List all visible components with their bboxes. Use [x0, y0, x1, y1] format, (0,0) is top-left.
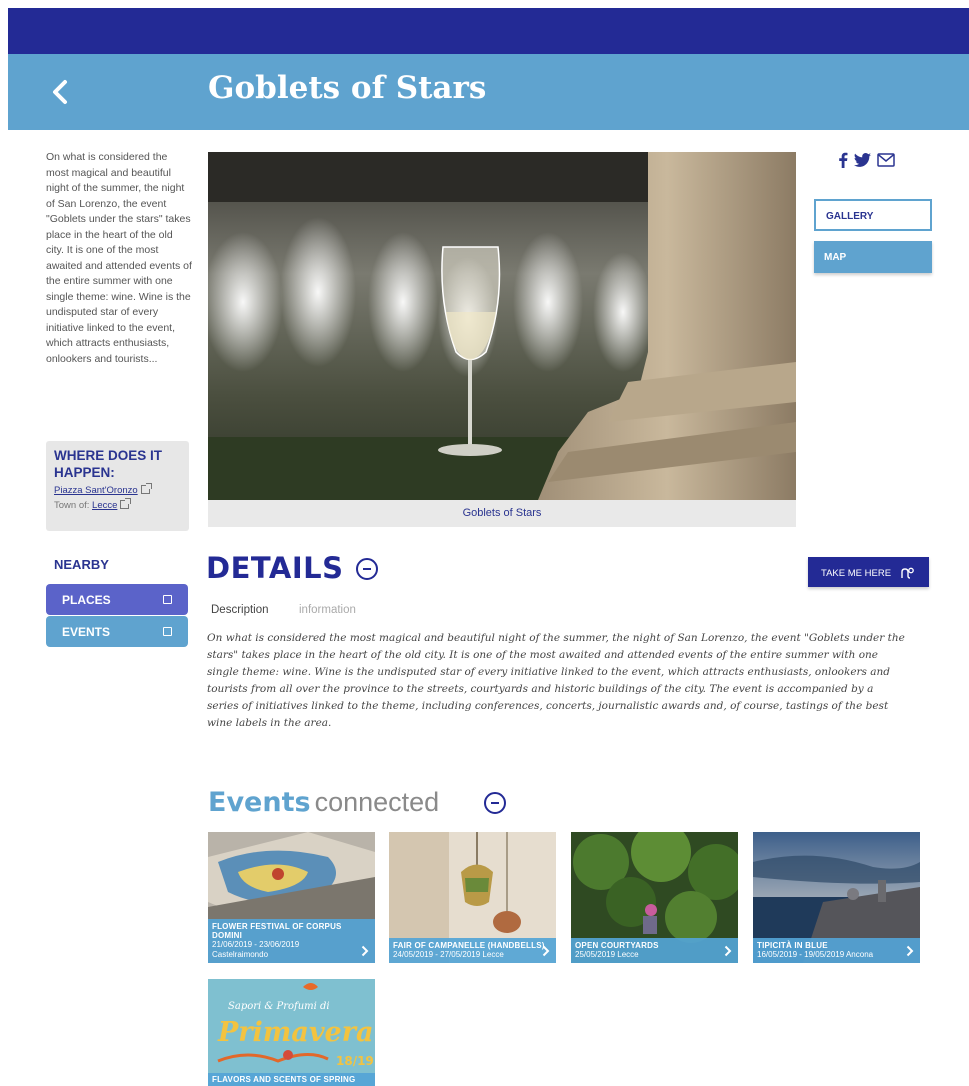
card-overlay: TIPICITÀ IN BLUE 16/05/2019 - 19/05/2019…	[753, 938, 920, 963]
town-link[interactable]: Lecce	[92, 500, 117, 511]
take-me-here-label: TAKE ME HERE	[821, 568, 892, 579]
details-title: DETAILS	[206, 551, 344, 585]
card-title: OPEN COURTYARDS	[575, 941, 659, 950]
card-place: Lecce	[617, 950, 639, 959]
card-date-place: 16/05/2019 - 19/05/2019 Ancona	[757, 950, 916, 960]
events-button[interactable]: EVENTS	[46, 616, 188, 647]
page-header: Goblets of Stars	[8, 54, 969, 130]
card-place: Lecce	[482, 950, 504, 959]
card-image-text-year: 18/19	[336, 1054, 374, 1068]
card-dates: 25/05/2019	[575, 950, 616, 959]
event-card[interactable]: OPEN COURTYARDS 25/05/2019 Lecce	[571, 832, 738, 963]
share-icons	[838, 152, 895, 173]
mail-icon[interactable]	[877, 153, 895, 172]
where-town-line: Town of: Lecce	[54, 498, 181, 511]
page-title: Goblets of Stars	[208, 70, 487, 106]
card-place: Castelraimondo	[212, 950, 269, 959]
card-image-text-main: Primavera	[217, 1017, 373, 1048]
external-link-icon[interactable]	[120, 498, 132, 509]
card-place: Ancona	[845, 950, 874, 959]
collapse-icon[interactable]	[356, 558, 378, 580]
chevron-right-icon[interactable]	[542, 944, 550, 957]
chevron-right-icon[interactable]	[361, 944, 369, 957]
checkbox-icon	[163, 627, 172, 636]
card-overlay: OPEN COURTYARDS 25/05/2019 Lecce	[571, 938, 738, 963]
where-box: WHERE DOES IT HAPPEN: Piazza Sant'Oronzo…	[46, 441, 189, 531]
map-button[interactable]: MAP	[814, 241, 932, 273]
events-title-bold: Events	[208, 787, 311, 818]
top-bar	[8, 8, 969, 54]
event-card[interactable]: TIPICITÀ IN BLUE 16/05/2019 - 19/05/2019…	[753, 832, 920, 963]
take-me-here-button[interactable]: TAKE ME HERE	[808, 557, 929, 587]
card-date-place: 25/05/2019 Lecce	[575, 950, 734, 960]
nearby-label: NEARBY	[54, 557, 109, 572]
description-text: On what is considered the most magical a…	[207, 632, 905, 729]
tab-description[interactable]: Description	[211, 604, 269, 616]
chevron-right-icon[interactable]	[724, 944, 732, 957]
card-overlay: FLOWER FESTIVAL OF CORPUS DOMINI 21/06/2…	[208, 919, 375, 963]
events-connected-title: Events connected	[208, 787, 439, 818]
card-title: FLOWER FESTIVAL OF CORPUS DOMINI	[212, 922, 342, 940]
event-card[interactable]: FLOWER FESTIVAL OF CORPUS DOMINI 21/06/2…	[208, 832, 375, 963]
hero-image[interactable]: Goblets of Stars	[208, 152, 796, 527]
where-place-line: Piazza Sant'Oronzo	[54, 483, 181, 496]
card-title: FAIR OF CAMPANELLE (HANDBELLS)	[393, 941, 545, 950]
event-card-image: Sapori & Profumi di Primavera 18/19	[208, 979, 375, 1086]
where-title: WHERE DOES IT HAPPEN:	[54, 448, 163, 480]
card-dates: 24/05/2019 - 27/05/2019	[393, 950, 481, 959]
place-link[interactable]: Piazza Sant'Oronzo	[54, 485, 138, 496]
back-arrow-icon[interactable]	[46, 74, 76, 110]
events-label: EVENTS	[62, 625, 111, 639]
card-date-place: 24/05/2019 - 27/05/2019 Lecce	[393, 950, 552, 960]
event-card[interactable]: FAIR OF CAMPANELLE (HANDBELLS) 24/05/201…	[389, 832, 556, 963]
card-overlay: FAIR OF CAMPANELLE (HANDBELLS) 24/05/201…	[389, 938, 556, 963]
card-overlay: FLAVORS AND SCENTS OF SPRING	[208, 1073, 375, 1086]
external-link-icon[interactable]	[140, 483, 152, 494]
facebook-icon[interactable]	[838, 152, 848, 173]
town-label: Town of:	[54, 500, 90, 511]
collapse-icon[interactable]	[484, 792, 506, 814]
card-dates: 16/05/2019 - 19/05/2019	[757, 950, 845, 959]
checkbox-icon	[163, 595, 172, 604]
intro-text: On what is considered the most magical a…	[46, 151, 192, 365]
card-dates: 21/06/2019 - 23/06/2019	[212, 940, 300, 949]
card-title: FLAVORS AND SCENTS OF SPRING	[212, 1075, 356, 1084]
route-icon	[900, 567, 914, 582]
events-title-light: connected	[314, 787, 440, 817]
gallery-button[interactable]: GALLERY	[814, 199, 932, 231]
twitter-icon[interactable]	[854, 153, 871, 172]
places-label: PLACES	[62, 593, 111, 607]
tab-information[interactable]: information	[299, 604, 356, 616]
places-button[interactable]: PLACES	[46, 584, 188, 615]
chevron-right-icon[interactable]	[906, 944, 914, 957]
event-card[interactable]: Sapori & Profumi di Primavera 18/19 FLAV…	[208, 979, 375, 1086]
card-title: TIPICITÀ IN BLUE	[757, 941, 828, 950]
hero-caption: Goblets of Stars	[208, 500, 796, 527]
wine-glass-photo	[208, 152, 796, 500]
card-image-text-top: Sapori & Profumi di	[228, 1001, 330, 1012]
